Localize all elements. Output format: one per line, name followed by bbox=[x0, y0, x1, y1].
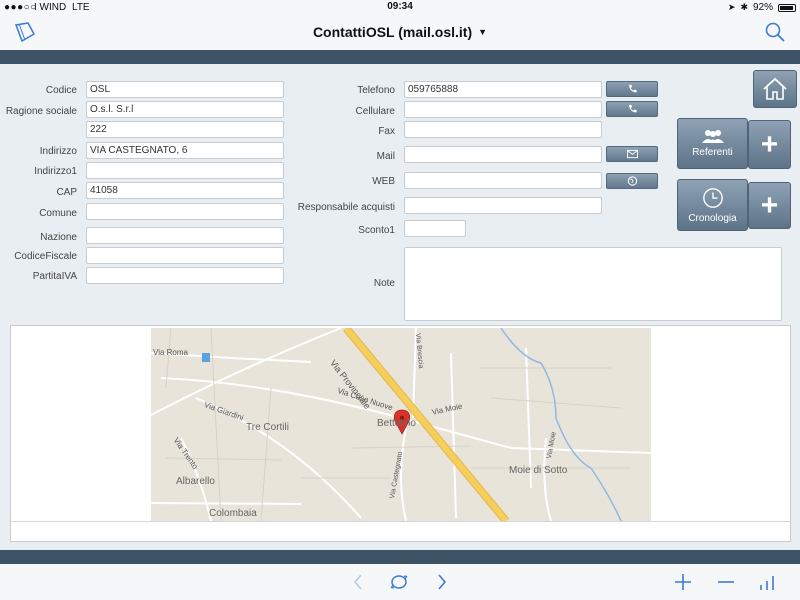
next-record-icon[interactable] bbox=[430, 572, 454, 592]
bluetooth-icon: ✱ bbox=[740, 2, 748, 12]
label-comune: Comune bbox=[39, 208, 77, 219]
ragione-sociale-field[interactable]: O.s.l. S.r.l bbox=[86, 101, 284, 118]
codice-field[interactable]: OSL bbox=[86, 81, 284, 98]
cellulare-field[interactable] bbox=[404, 101, 602, 118]
map-label: Colombaia bbox=[209, 508, 257, 519]
add-icon[interactable] bbox=[671, 572, 695, 592]
nazione-field[interactable] bbox=[86, 227, 284, 244]
page-title-text: ContattiOSL (mail.osl.it) bbox=[312, 24, 473, 40]
ragione-sociale-extra-field[interactable]: 222 bbox=[86, 121, 284, 138]
fax-field[interactable] bbox=[404, 121, 602, 138]
phone-icon bbox=[628, 84, 637, 93]
label-cap: CAP bbox=[56, 187, 77, 198]
label-indirizzo: Indirizzo bbox=[39, 146, 77, 157]
sconto1-field[interactable] bbox=[404, 220, 466, 237]
add-cronologia-button[interactable]: + bbox=[748, 182, 791, 229]
codice-fiscale-field[interactable] bbox=[86, 247, 284, 264]
referenti-button[interactable]: Referenti bbox=[677, 118, 748, 169]
search-icon[interactable] bbox=[764, 21, 786, 43]
clock-icon bbox=[702, 187, 723, 208]
send-mail-button[interactable] bbox=[606, 146, 658, 162]
label-ragione-sociale: Ragione sociale bbox=[5, 106, 77, 117]
label-mail: Mail bbox=[376, 151, 395, 162]
map-panel: Via Roma Via Provinciale Via Brescia Via… bbox=[10, 325, 791, 542]
battery-fill bbox=[780, 5, 793, 10]
label-fax: Fax bbox=[378, 126, 395, 137]
envelope-icon bbox=[626, 149, 638, 159]
refresh-icon[interactable] bbox=[387, 572, 411, 592]
remove-icon[interactable] bbox=[714, 572, 738, 592]
telefono-field[interactable]: 059765888 bbox=[404, 81, 602, 98]
comune-field[interactable] bbox=[86, 203, 284, 220]
map-label: Bettolino bbox=[377, 418, 416, 429]
label-codice: Codice bbox=[45, 85, 77, 96]
indirizzo-field[interactable]: VIA CASTEGNATO, 6 bbox=[86, 142, 284, 159]
nav-bar: ContattiOSL (mail.osl.it) ▼ bbox=[0, 14, 800, 50]
people-icon bbox=[701, 130, 724, 143]
map-view[interactable]: Via Roma Via Provinciale Via Brescia Via… bbox=[151, 328, 651, 521]
partita-iva-field[interactable] bbox=[86, 267, 284, 284]
label-web: WEB bbox=[372, 176, 395, 187]
clock: 09:34 bbox=[387, 1, 413, 12]
label-partita-iva: PartitaIVA bbox=[32, 271, 77, 282]
label-codice-fiscale: CodiceFiscale bbox=[14, 251, 77, 262]
plus-icon: + bbox=[760, 188, 779, 222]
globe-icon bbox=[627, 176, 637, 186]
cronologia-label: Cronologia bbox=[688, 212, 737, 224]
previous-record-icon[interactable] bbox=[346, 572, 370, 592]
open-web-button[interactable] bbox=[606, 173, 658, 189]
plus-icon: + bbox=[760, 127, 779, 161]
footer-band bbox=[0, 550, 800, 564]
responsabile-acquisti-field[interactable] bbox=[404, 197, 602, 214]
location-icon: ➤ bbox=[727, 2, 736, 12]
note-textarea[interactable] bbox=[404, 247, 782, 321]
bus-stop-icon bbox=[202, 353, 210, 362]
status-right: ➤ ✱ 92% bbox=[728, 2, 796, 13]
add-referente-button[interactable]: + bbox=[748, 120, 791, 169]
label-note: Note bbox=[373, 278, 395, 289]
chevron-down-icon[interactable]: ▼ bbox=[478, 27, 487, 37]
status-bar: ●●●○○ I WIND LTE 09:34 ➤ ✱ 92% bbox=[0, 0, 800, 14]
cap-field[interactable]: 41058 bbox=[86, 182, 284, 199]
label-responsabile-acquisti: Responsabile acquisti bbox=[297, 202, 395, 213]
referenti-label: Referenti bbox=[692, 147, 733, 158]
call-cellulare-button[interactable] bbox=[606, 101, 658, 117]
home-icon bbox=[763, 77, 787, 100]
home-button[interactable] bbox=[753, 70, 797, 108]
label-nazione: Nazione bbox=[40, 232, 77, 243]
label-cellulare: Cellulare bbox=[355, 106, 395, 117]
header-band bbox=[0, 50, 800, 64]
battery-icon bbox=[778, 3, 796, 12]
battery-percent: 92% bbox=[752, 2, 773, 13]
label-telefono: Telefono bbox=[357, 85, 395, 96]
stats-icon[interactable] bbox=[755, 572, 779, 592]
map-label: Moie di Sotto bbox=[509, 465, 568, 476]
phone-icon bbox=[628, 104, 637, 113]
map-divider bbox=[11, 521, 790, 522]
map-label: Albarello bbox=[176, 476, 215, 487]
label-indirizzo1: Indirizzo1 bbox=[34, 166, 77, 177]
indirizzo1-field[interactable] bbox=[86, 162, 284, 179]
label-sconto1: Sconto1 bbox=[358, 225, 395, 236]
map-label: Via Roma bbox=[153, 348, 188, 357]
call-telefono-button[interactable] bbox=[606, 81, 658, 97]
web-field[interactable] bbox=[404, 172, 602, 189]
page-title[interactable]: ContattiOSL (mail.osl.it) ▼ bbox=[0, 24, 800, 40]
map-label: Tre Cortili bbox=[246, 422, 289, 433]
bottom-toolbar bbox=[0, 564, 800, 600]
cronologia-button[interactable]: Cronologia bbox=[677, 179, 748, 231]
mail-field[interactable] bbox=[404, 146, 602, 163]
